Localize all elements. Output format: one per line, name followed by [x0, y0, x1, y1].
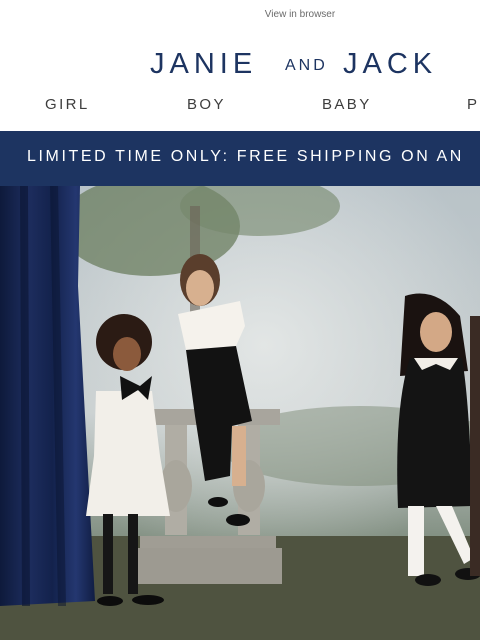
promo-banner[interactable]: LIMITED TIME ONLY: FREE SHIPPING ON AN	[0, 131, 480, 186]
brand-logo[interactable]: JANIE AND JACK	[150, 44, 450, 84]
nav-more[interactable]: P	[467, 96, 479, 113]
nav-girl[interactable]: GIRL	[45, 96, 90, 113]
logo-janie: JANIE	[150, 48, 257, 80]
hero-illustration	[0, 186, 480, 640]
hero-image[interactable]	[0, 186, 480, 640]
main-nav: GIRL BOY BABY P	[0, 96, 480, 116]
logo-and: AND	[285, 57, 328, 74]
view-in-browser-link[interactable]: View in browser	[0, 9, 480, 20]
logo-jack: JACK	[343, 48, 437, 80]
promo-text: LIMITED TIME ONLY: FREE SHIPPING ON AN	[27, 148, 464, 165]
nav-baby[interactable]: BABY	[322, 96, 372, 113]
nav-boy[interactable]: BOY	[187, 96, 226, 113]
